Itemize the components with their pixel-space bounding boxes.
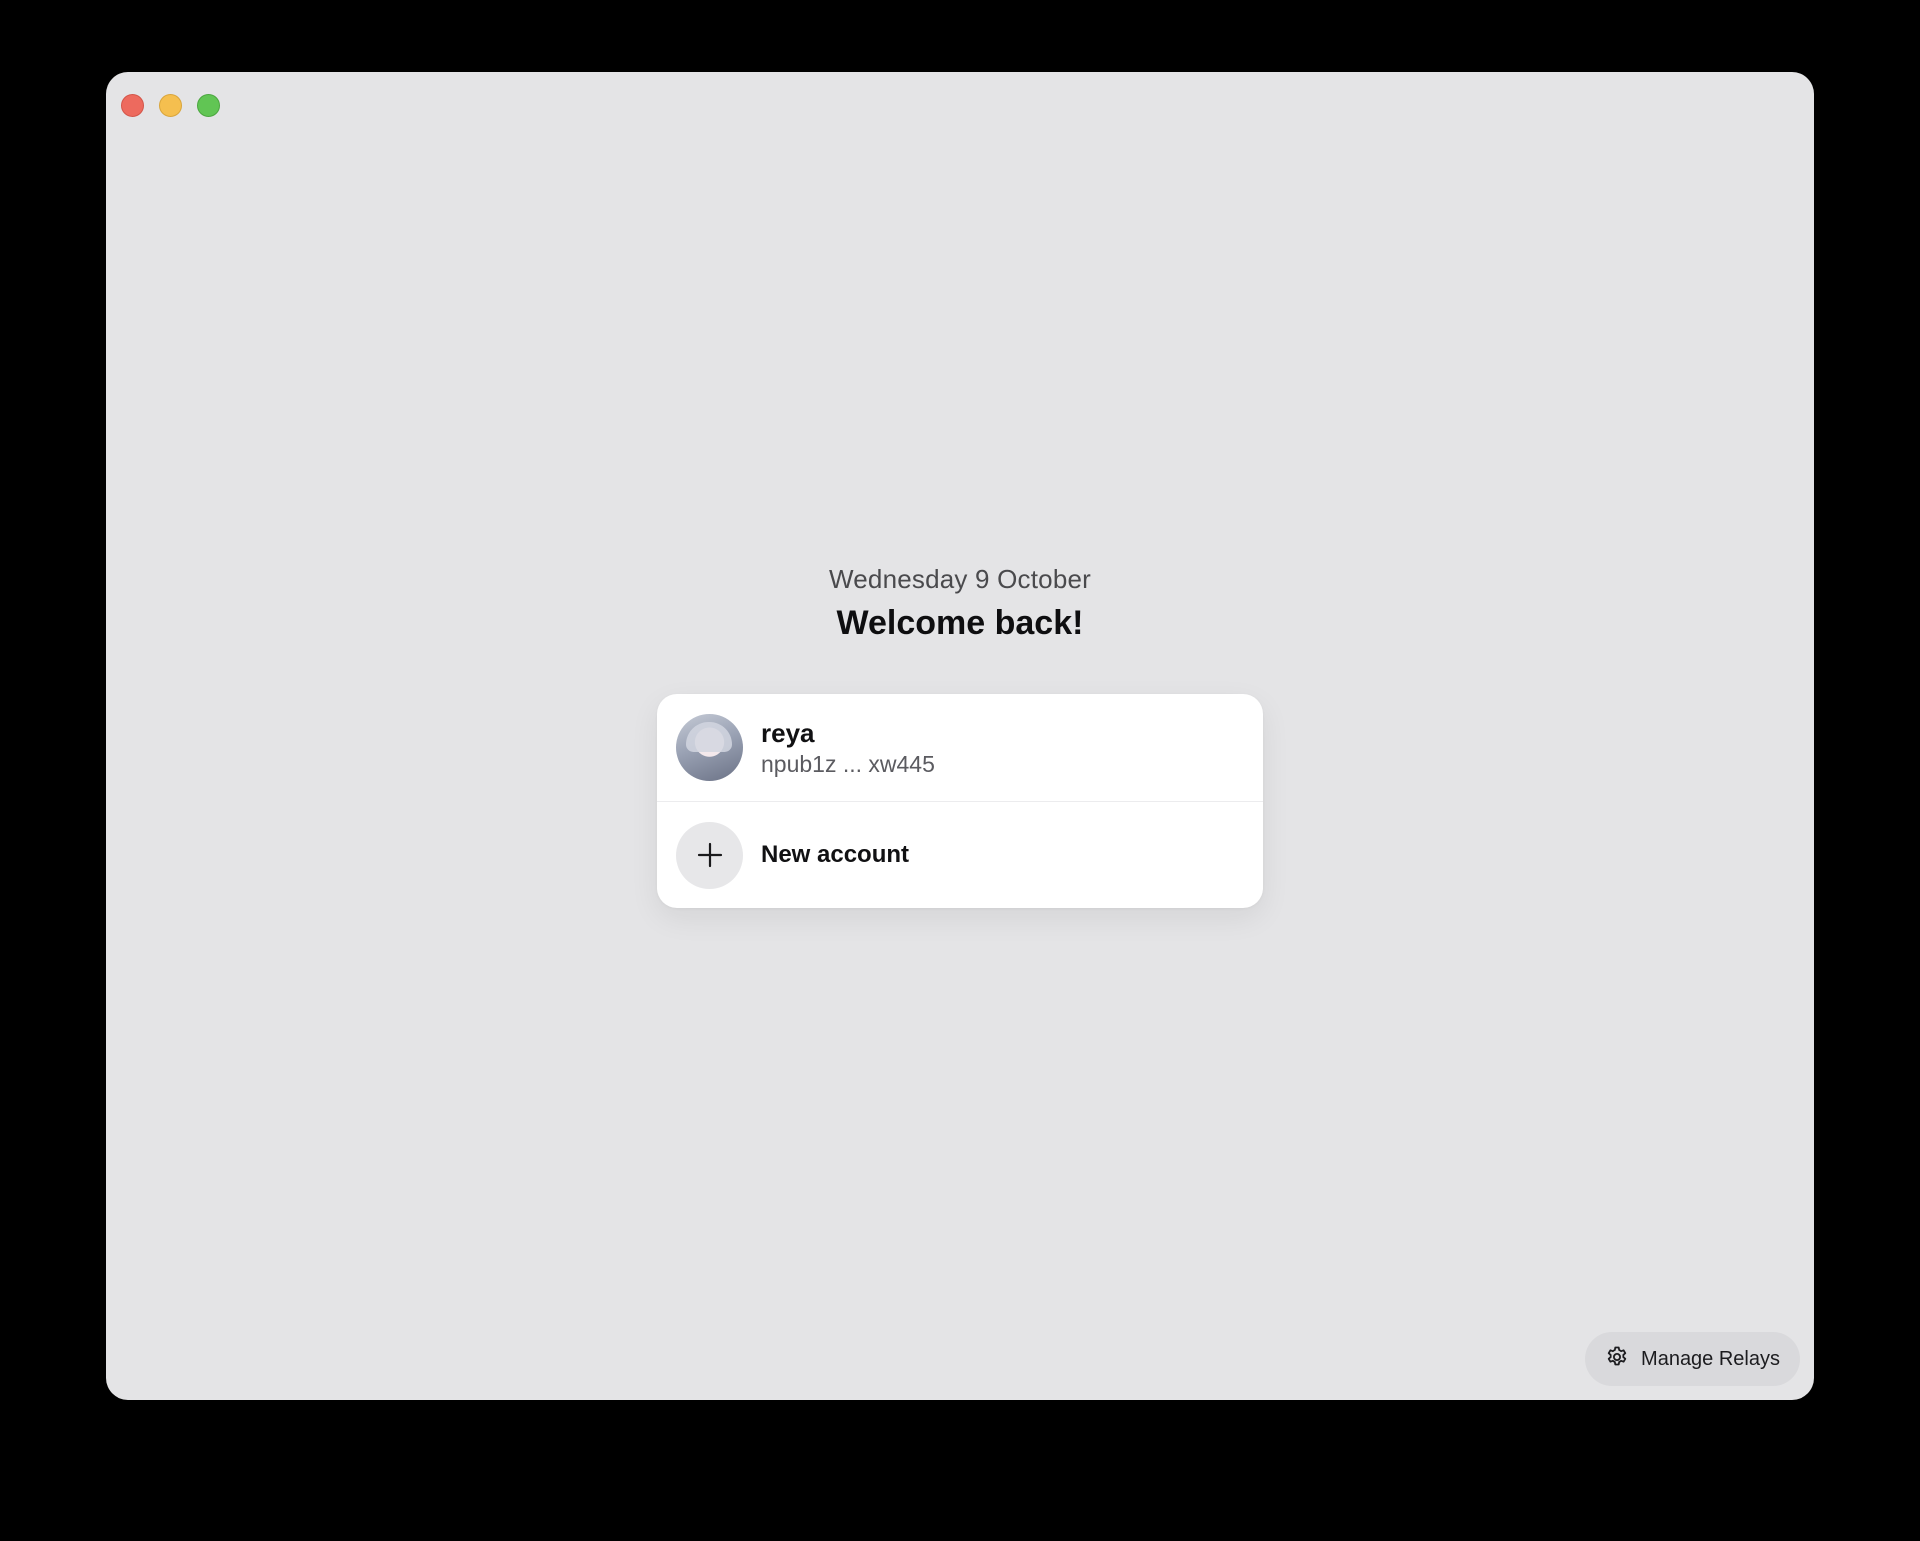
close-window-button[interactable]: [121, 94, 144, 117]
app-window: Wednesday 9 October Welcome back! reya n…: [106, 72, 1814, 1400]
login-panel: Wednesday 9 October Welcome back! reya n…: [106, 562, 1814, 908]
new-account-label: New account: [761, 841, 910, 868]
date-label: Wednesday 9 October: [828, 564, 1092, 594]
manage-relays-label: Manage Relays: [1641, 1347, 1780, 1370]
account-npub: npub1z ... xw445: [761, 750, 935, 777]
gear-icon: [1605, 1345, 1629, 1374]
account-name: reya: [761, 717, 815, 748]
plus-icon: [676, 821, 743, 889]
account-info: reya npub1z ... xw445: [761, 717, 935, 779]
account-item[interactable]: reya npub1z ... xw445: [657, 694, 1263, 801]
account-list: reya npub1z ... xw445 New account: [657, 694, 1263, 908]
minimize-window-button[interactable]: [159, 94, 182, 117]
avatar: [676, 714, 743, 781]
page-title: Welcome back!: [836, 604, 1084, 642]
manage-relays-button[interactable]: Manage Relays: [1585, 1332, 1800, 1386]
new-account-button[interactable]: New account: [657, 801, 1263, 908]
window-controls: [121, 94, 220, 117]
maximize-window-button[interactable]: [197, 94, 220, 117]
